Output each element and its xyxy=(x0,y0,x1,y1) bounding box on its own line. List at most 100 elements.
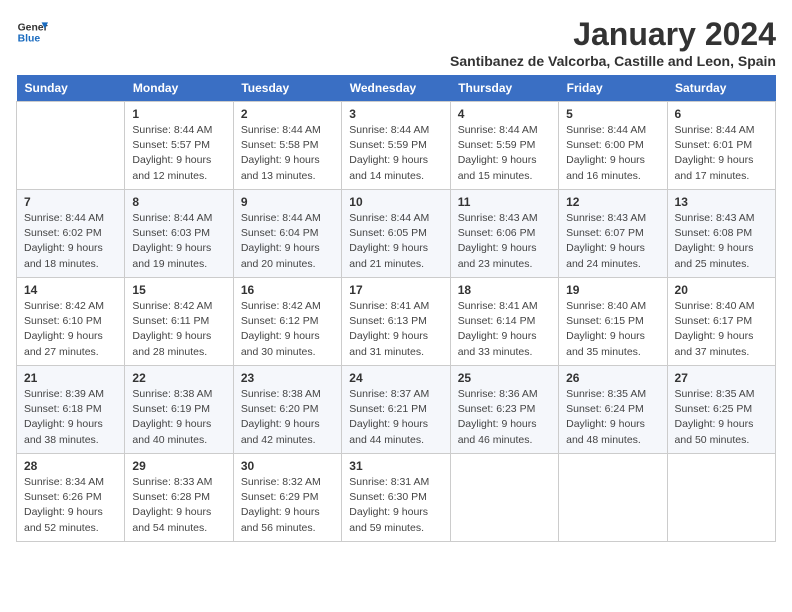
day-info: Sunrise: 8:40 AM Sunset: 6:15 PM Dayligh… xyxy=(566,299,659,360)
calendar-cell: 28 Sunrise: 8:34 AM Sunset: 6:26 PM Dayli… xyxy=(17,454,125,542)
day-number: 10 xyxy=(349,195,442,209)
location-subtitle: Santibanez de Valcorba, Castille and Leo… xyxy=(450,53,776,69)
day-number: 24 xyxy=(349,371,442,385)
day-info: Sunrise: 8:34 AM Sunset: 6:26 PM Dayligh… xyxy=(24,475,117,536)
day-number: 12 xyxy=(566,195,659,209)
day-number: 16 xyxy=(241,283,334,297)
day-info: Sunrise: 8:38 AM Sunset: 6:19 PM Dayligh… xyxy=(132,387,225,448)
day-info: Sunrise: 8:40 AM Sunset: 6:17 PM Dayligh… xyxy=(675,299,768,360)
day-header-tuesday: Tuesday xyxy=(233,75,341,102)
calendar-cell: 20 Sunrise: 8:40 AM Sunset: 6:17 PM Dayli… xyxy=(667,278,775,366)
day-number: 25 xyxy=(458,371,551,385)
calendar-cell: 8 Sunrise: 8:44 AM Sunset: 6:03 PM Daylig… xyxy=(125,190,233,278)
week-row-4: 21 Sunrise: 8:39 AM Sunset: 6:18 PM Dayli… xyxy=(17,366,776,454)
calendar-cell: 21 Sunrise: 8:39 AM Sunset: 6:18 PM Dayli… xyxy=(17,366,125,454)
calendar-cell: 19Sunrise: 8:40 AM Sunset: 6:15 PM Dayli… xyxy=(559,278,667,366)
day-number: 8 xyxy=(132,195,225,209)
day-number: 26 xyxy=(566,371,659,385)
day-header-monday: Monday xyxy=(125,75,233,102)
day-info: Sunrise: 8:41 AM Sunset: 6:14 PM Dayligh… xyxy=(458,299,551,360)
day-info: Sunrise: 8:36 AM Sunset: 6:23 PM Dayligh… xyxy=(458,387,551,448)
day-number: 9 xyxy=(241,195,334,209)
day-info: Sunrise: 8:44 AM Sunset: 5:57 PM Dayligh… xyxy=(132,123,225,184)
day-info: Sunrise: 8:41 AM Sunset: 6:13 PM Dayligh… xyxy=(349,299,442,360)
calendar-cell xyxy=(559,454,667,542)
calendar-cell: 23Sunrise: 8:38 AM Sunset: 6:20 PM Dayli… xyxy=(233,366,341,454)
day-info: Sunrise: 8:44 AM Sunset: 6:04 PM Dayligh… xyxy=(241,211,334,272)
calendar-cell: 15 Sunrise: 8:42 AM Sunset: 6:11 PM Dayli… xyxy=(125,278,233,366)
day-number: 15 xyxy=(132,283,225,297)
day-number: 20 xyxy=(675,283,768,297)
day-number: 18 xyxy=(458,283,551,297)
day-info: Sunrise: 8:44 AM Sunset: 6:00 PM Dayligh… xyxy=(566,123,659,184)
day-info: Sunrise: 8:42 AM Sunset: 6:11 PM Dayligh… xyxy=(132,299,225,360)
day-number: 22 xyxy=(132,371,225,385)
week-row-5: 28 Sunrise: 8:34 AM Sunset: 6:26 PM Dayli… xyxy=(17,454,776,542)
day-header-wednesday: Wednesday xyxy=(342,75,450,102)
calendar-header-row: SundayMondayTuesdayWednesdayThursdayFrid… xyxy=(17,75,776,102)
day-number: 6 xyxy=(675,107,768,121)
day-info: Sunrise: 8:44 AM Sunset: 5:59 PM Dayligh… xyxy=(458,123,551,184)
day-info: Sunrise: 8:44 AM Sunset: 5:59 PM Dayligh… xyxy=(349,123,442,184)
day-number: 5 xyxy=(566,107,659,121)
calendar-body: 1 Sunrise: 8:44 AM Sunset: 5:57 PM Daylig… xyxy=(17,102,776,542)
day-number: 4 xyxy=(458,107,551,121)
day-number: 28 xyxy=(24,459,117,473)
calendar-cell: 30 Sunrise: 8:32 AM Sunset: 6:29 PM Dayli… xyxy=(233,454,341,542)
day-info: Sunrise: 8:32 AM Sunset: 6:29 PM Dayligh… xyxy=(241,475,334,536)
day-info: Sunrise: 8:33 AM Sunset: 6:28 PM Dayligh… xyxy=(132,475,225,536)
day-info: Sunrise: 8:35 AM Sunset: 6:25 PM Dayligh… xyxy=(675,387,768,448)
day-number: 7 xyxy=(24,195,117,209)
day-number: 17 xyxy=(349,283,442,297)
day-info: Sunrise: 8:35 AM Sunset: 6:24 PM Dayligh… xyxy=(566,387,659,448)
header: General Blue January 2024 Santibanez de … xyxy=(16,16,776,69)
day-number: 11 xyxy=(458,195,551,209)
day-info: Sunrise: 8:44 AM Sunset: 6:03 PM Dayligh… xyxy=(132,211,225,272)
calendar-cell: 22 Sunrise: 8:38 AM Sunset: 6:19 PM Dayli… xyxy=(125,366,233,454)
calendar-cell xyxy=(450,454,558,542)
day-header-thursday: Thursday xyxy=(450,75,558,102)
calendar-table: SundayMondayTuesdayWednesdayThursdayFrid… xyxy=(16,75,776,542)
day-number: 29 xyxy=(132,459,225,473)
calendar-cell: 10 Sunrise: 8:44 AM Sunset: 6:05 PM Dayli… xyxy=(342,190,450,278)
day-number: 21 xyxy=(24,371,117,385)
day-info: Sunrise: 8:43 AM Sunset: 6:07 PM Dayligh… xyxy=(566,211,659,272)
calendar-cell: 26 Sunrise: 8:35 AM Sunset: 6:24 PM Dayli… xyxy=(559,366,667,454)
day-number: 27 xyxy=(675,371,768,385)
logo: General Blue xyxy=(16,16,48,48)
title-area: January 2024 Santibanez de Valcorba, Cas… xyxy=(450,16,776,69)
week-row-1: 1 Sunrise: 8:44 AM Sunset: 5:57 PM Daylig… xyxy=(17,102,776,190)
calendar-cell: 2Sunrise: 8:44 AM Sunset: 5:58 PM Daylig… xyxy=(233,102,341,190)
day-info: Sunrise: 8:42 AM Sunset: 6:12 PM Dayligh… xyxy=(241,299,334,360)
calendar-cell: 12 Sunrise: 8:43 AM Sunset: 6:07 PM Dayli… xyxy=(559,190,667,278)
calendar-cell: 17 Sunrise: 8:41 AM Sunset: 6:13 PM Dayli… xyxy=(342,278,450,366)
day-info: Sunrise: 8:44 AM Sunset: 6:05 PM Dayligh… xyxy=(349,211,442,272)
day-info: Sunrise: 8:42 AM Sunset: 6:10 PM Dayligh… xyxy=(24,299,117,360)
calendar-cell: 1 Sunrise: 8:44 AM Sunset: 5:57 PM Daylig… xyxy=(125,102,233,190)
calendar-cell: 11 Sunrise: 8:43 AM Sunset: 6:06 PM Dayli… xyxy=(450,190,558,278)
day-header-saturday: Saturday xyxy=(667,75,775,102)
calendar-cell xyxy=(667,454,775,542)
day-number: 30 xyxy=(241,459,334,473)
day-number: 31 xyxy=(349,459,442,473)
calendar-cell: 9 Sunrise: 8:44 AM Sunset: 6:04 PM Daylig… xyxy=(233,190,341,278)
day-info: Sunrise: 8:43 AM Sunset: 6:06 PM Dayligh… xyxy=(458,211,551,272)
week-row-3: 14Sunrise: 8:42 AM Sunset: 6:10 PM Dayli… xyxy=(17,278,776,366)
day-info: Sunrise: 8:44 AM Sunset: 6:01 PM Dayligh… xyxy=(675,123,768,184)
calendar-cell: 7Sunrise: 8:44 AM Sunset: 6:02 PM Daylig… xyxy=(17,190,125,278)
month-title: January 2024 xyxy=(450,16,776,53)
calendar-cell: 4 Sunrise: 8:44 AM Sunset: 5:59 PM Daylig… xyxy=(450,102,558,190)
day-header-friday: Friday xyxy=(559,75,667,102)
calendar-cell: 27 Sunrise: 8:35 AM Sunset: 6:25 PM Dayli… xyxy=(667,366,775,454)
svg-text:Blue: Blue xyxy=(18,34,41,45)
day-number: 2 xyxy=(241,107,334,121)
calendar-cell xyxy=(17,102,125,190)
day-info: Sunrise: 8:39 AM Sunset: 6:18 PM Dayligh… xyxy=(24,387,117,448)
calendar-cell: 13 Sunrise: 8:43 AM Sunset: 6:08 PM Dayli… xyxy=(667,190,775,278)
calendar-cell: 3Sunrise: 8:44 AM Sunset: 5:59 PM Daylig… xyxy=(342,102,450,190)
calendar-cell: 6 Sunrise: 8:44 AM Sunset: 6:01 PM Daylig… xyxy=(667,102,775,190)
day-number: 1 xyxy=(132,107,225,121)
calendar-cell: 25 Sunrise: 8:36 AM Sunset: 6:23 PM Dayli… xyxy=(450,366,558,454)
day-info: Sunrise: 8:43 AM Sunset: 6:08 PM Dayligh… xyxy=(675,211,768,272)
day-number: 13 xyxy=(675,195,768,209)
